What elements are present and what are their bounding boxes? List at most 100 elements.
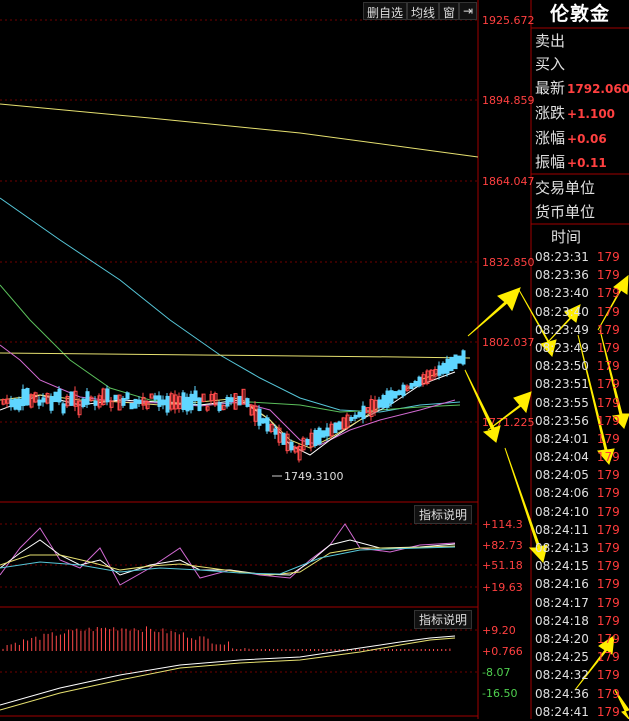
indicator-help-button-2[interactable]: 指标说明 [414, 610, 473, 629]
buy-label: 买入 [535, 55, 566, 73]
candle-body [353, 414, 358, 419]
candle-body [357, 411, 362, 418]
tick-row: 08:23:50 179 [535, 357, 620, 375]
candle-body [325, 427, 330, 437]
candle-body [397, 390, 402, 395]
candle-body [261, 418, 266, 424]
window-button[interactable]: 窗 [439, 2, 460, 20]
candlesticks [1, 349, 466, 463]
candle-body [113, 394, 118, 400]
candle-body [69, 391, 74, 406]
tick-price: 179 [596, 650, 620, 665]
tick-time: 08:23:40 [535, 304, 589, 319]
candle-body [161, 399, 166, 406]
ind1-yellow [0, 545, 456, 576]
tick-row: 08:23:40 179 [535, 284, 620, 302]
candle-body [85, 391, 90, 405]
remove-favorite-button[interactable]: 删自选 [363, 2, 408, 20]
candle-body [401, 384, 406, 397]
tick-time: 08:24:41 [535, 704, 589, 719]
candle-body [53, 391, 58, 403]
ma-yellow-long [0, 103, 479, 158]
tick-time: 08:23:50 [535, 359, 589, 374]
candle-body [21, 388, 26, 407]
candle-body [61, 403, 66, 414]
candle-body [413, 381, 418, 387]
candle-body [129, 402, 134, 410]
candle-body [121, 397, 126, 406]
axis-price-1: 1894.859 [482, 94, 535, 107]
candle-body [317, 427, 322, 445]
currency-label: 货币单位 [535, 203, 596, 221]
candle-body [321, 430, 326, 438]
tick-price: 179 [596, 468, 620, 483]
change-label: 涨跌 [535, 104, 566, 122]
tick-row: 08:23:31 179 [535, 248, 620, 266]
ma-yellow-flat [0, 352, 471, 359]
axis-price-0: 1925.672 [482, 14, 535, 27]
tick-price: 179 [596, 559, 620, 574]
tick-time: 08:24:36 [535, 686, 589, 701]
change-value: +1.100 [567, 107, 616, 121]
latest-row: 最新 1792.060 [535, 77, 629, 98]
ind2-axis-1: +0.766 [482, 645, 523, 658]
ma-cyan [0, 197, 461, 413]
instrument-title: 伦敦金 [549, 3, 610, 25]
tick-row: 08:23:49 179 [535, 321, 620, 339]
tick-price: 179 [596, 486, 620, 501]
candle-body [409, 382, 414, 390]
tick-price: 179 [596, 595, 620, 610]
tick-row: 08:24:16 179 [535, 575, 620, 593]
tick-time: 08:23:36 [535, 268, 589, 283]
ind1-axis-3: +19.63 [482, 581, 523, 594]
back-icon[interactable]: ⇥ [459, 2, 478, 20]
tick-time: 08:24:13 [535, 541, 589, 555]
tick-price: 179 [596, 631, 620, 646]
candle-body [185, 396, 190, 412]
change-row: 涨跌 +1.100 [535, 102, 615, 123]
candle-body [181, 392, 186, 410]
pct-label: 涨幅 [535, 129, 566, 147]
candle-body [417, 376, 422, 387]
tick-time: 08:24:01 [535, 431, 589, 446]
ind1-axis-0: +114.3 [482, 518, 523, 531]
tick-time: 08:23:51 [535, 377, 589, 392]
tick-price: 179 [596, 613, 620, 628]
ind1-axis-2: +51.18 [482, 559, 523, 572]
tick-price: 179 [596, 304, 620, 319]
tick-time: 08:24:05 [535, 468, 589, 483]
tick-price: 179 [596, 359, 620, 374]
candle-body [457, 355, 462, 364]
tick-row: 08:23:55 179 [535, 394, 620, 412]
candle-body [441, 362, 446, 374]
axis-price-4: 1802.037 [482, 336, 535, 349]
candle-body [37, 399, 42, 406]
indicator-help-button-1[interactable]: 指标说明 [414, 505, 473, 524]
tick-row: 08:24:04 179 [535, 448, 620, 466]
candle-body [197, 397, 202, 411]
tick-row: 08:24:13 179 [535, 539, 620, 557]
ind2-axis-0: +9.20 [482, 624, 516, 637]
tick-price: 179 [596, 395, 620, 410]
candle-body [289, 441, 294, 451]
candle-body [137, 399, 142, 404]
candle-body [153, 395, 158, 400]
tick-price: 179 [596, 504, 620, 519]
moving-average-button[interactable]: 均线 [407, 2, 440, 20]
tick-time: 08:23:55 [535, 395, 589, 410]
candle-body [13, 398, 18, 410]
candle-body [125, 392, 130, 400]
ind1-white [0, 539, 456, 576]
tick-time: 08:24:32 [535, 668, 589, 683]
amp-row: 振幅 +0.11 [535, 151, 607, 172]
tick-price: 179 [596, 377, 620, 392]
axis-price-3: 1832.850 [482, 256, 535, 269]
tick-row: 08:23:56 179 [535, 412, 620, 430]
candle-body [189, 393, 194, 411]
candle-body [461, 350, 466, 365]
tick-row: 08:24:36 179 [535, 685, 620, 703]
tick-row: 08:24:10 179 [535, 503, 620, 521]
tick-price: 179 [596, 413, 620, 428]
tick-time: 08:24:18 [535, 613, 589, 628]
candle-body [157, 395, 162, 407]
